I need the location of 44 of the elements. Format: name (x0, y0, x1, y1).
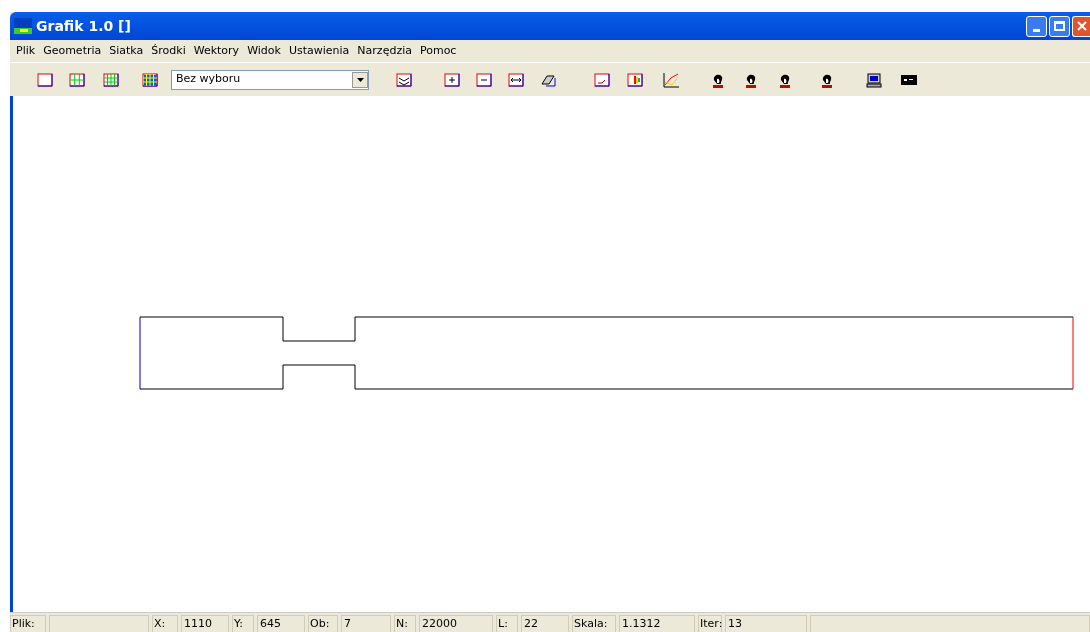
status-value: 13 (725, 615, 807, 632)
status-value: 645 (257, 615, 305, 632)
dense-grid-icon[interactable] (102, 71, 120, 88)
filled-grid-icon[interactable] (141, 71, 159, 88)
menu-item[interactable]: Geometria (39, 42, 106, 60)
curve-icon[interactable] (593, 71, 611, 88)
menu-item[interactable]: Wektory (189, 42, 244, 60)
close-icon (1076, 21, 1087, 31)
maximize-button[interactable] (1049, 15, 1070, 37)
status-label: Iter: (698, 615, 722, 632)
zoom-in-icon[interactable] (443, 71, 461, 88)
menu-item[interactable]: Plik (12, 42, 40, 60)
color-scale-icon[interactable] (626, 71, 644, 88)
window-title: Grafik 1.0 [] (36, 16, 131, 36)
menu-item[interactable]: Pomoc (415, 42, 461, 60)
menu-item[interactable]: Narzędzia (353, 42, 416, 60)
menu-item[interactable]: Ustawienia (284, 42, 354, 60)
computer-icon[interactable] (865, 71, 883, 88)
menu-item[interactable]: Siatka (105, 42, 148, 60)
menu-item[interactable]: Środki (147, 42, 190, 60)
status-value: 1110 (181, 615, 229, 632)
minimize-button[interactable] (1026, 15, 1047, 37)
caret-icon (356, 77, 364, 82)
layers-icon[interactable] (395, 71, 413, 88)
line-chart-icon[interactable] (662, 71, 680, 88)
empty-frame-icon[interactable] (36, 71, 54, 88)
selection-dropdown[interactable]: Bez wyboru (171, 69, 369, 90)
zoom-out-icon[interactable] (475, 71, 493, 88)
status-label: Y: (232, 615, 254, 632)
close-button[interactable] (1072, 15, 1090, 37)
app-logo-icon (14, 18, 32, 34)
status-label: Ob: (308, 615, 338, 632)
status-value: 22000 (419, 615, 493, 632)
status-label: L: (496, 615, 518, 632)
grid-icon[interactable] (68, 71, 86, 88)
status-value: 22 (521, 615, 569, 632)
status-value: 1.1312 (619, 615, 695, 632)
menu-item[interactable]: Widok (243, 42, 285, 60)
status-value: 7 (341, 615, 391, 632)
status-label: Plik: (10, 615, 46, 632)
status-label: N: (394, 615, 416, 632)
status-label: Skala: (572, 615, 616, 632)
fit-width-icon[interactable] (507, 71, 525, 88)
status-label: X: (152, 615, 178, 632)
